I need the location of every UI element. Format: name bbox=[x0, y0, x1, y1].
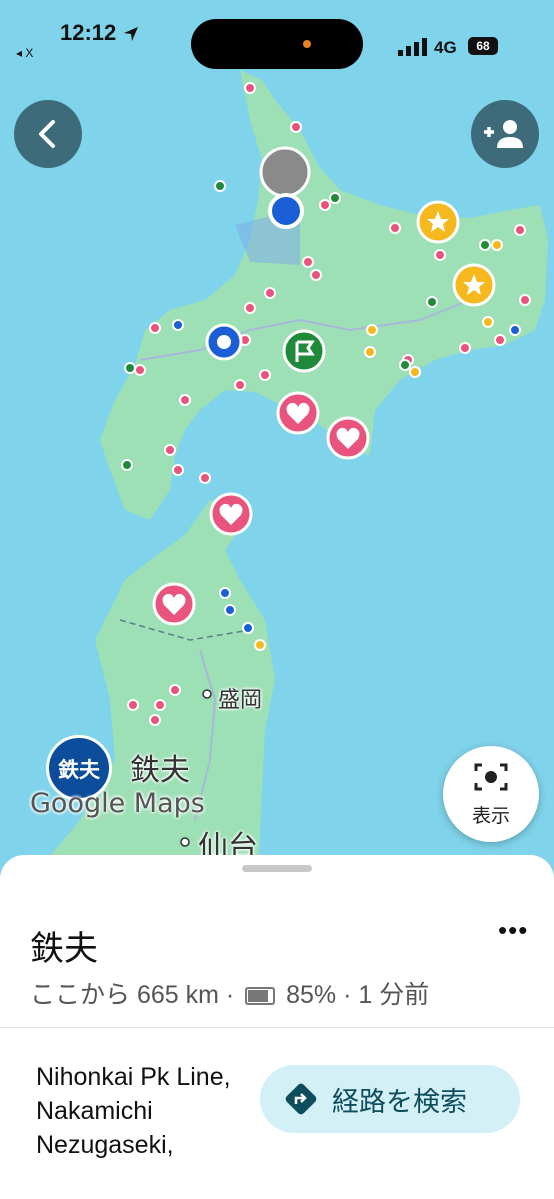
battery-icon: 68 bbox=[468, 37, 498, 55]
heart-marker[interactable] bbox=[326, 416, 370, 460]
distance-text: ここから 665 km · bbox=[30, 981, 235, 1009]
status-time: 12:12 bbox=[60, 20, 117, 45]
photo-marker[interactable] bbox=[259, 146, 311, 198]
star-marker[interactable] bbox=[452, 263, 496, 307]
heart-marker[interactable] bbox=[209, 492, 253, 536]
sheet-drag-handle[interactable] bbox=[242, 865, 312, 872]
battery-level-icon bbox=[245, 987, 276, 1006]
camera-indicator-icon bbox=[303, 40, 311, 48]
bottom-sheet: 鉄夫 ••• ここから 665 km · 85% · 1 分前 Nihonkai… bbox=[0, 855, 554, 1199]
person-name: 鉄夫 bbox=[30, 930, 98, 968]
network-type: 4G bbox=[434, 38, 457, 57]
directions-label: 経路を検索 bbox=[332, 1086, 467, 1117]
chevron-left-icon bbox=[39, 120, 55, 148]
city-dot-sendai bbox=[180, 837, 190, 847]
dynamic-island bbox=[191, 19, 363, 69]
directions-button[interactable]: 経路を検索 bbox=[260, 1065, 520, 1133]
sheet-divider bbox=[0, 1027, 554, 1028]
flag-marker[interactable] bbox=[282, 329, 326, 373]
city-dot-morioka bbox=[202, 689, 212, 699]
person-location-marker[interactable] bbox=[268, 193, 304, 229]
person-meta: ここから 665 km · 85% · 1 分前 bbox=[30, 975, 429, 1011]
back-button[interactable] bbox=[14, 100, 82, 168]
more-options-icon[interactable]: ••• bbox=[498, 915, 528, 946]
address-text: Nihonkai Pk Line, Nakamichi Nezugaseki, bbox=[36, 1063, 231, 1159]
location-arrow-icon bbox=[124, 27, 138, 41]
camera-scan-icon bbox=[474, 763, 508, 791]
add-person-icon bbox=[484, 120, 523, 148]
show-view-label: 表示 bbox=[471, 806, 510, 827]
google-maps-logo: Google Maps bbox=[30, 788, 205, 819]
star-marker[interactable] bbox=[416, 200, 460, 244]
battery-time-text: 85% · 1 分前 bbox=[286, 981, 430, 1009]
add-person-button[interactable] bbox=[471, 100, 539, 168]
directions-icon bbox=[285, 1083, 317, 1115]
show-view-button[interactable]: 表示 bbox=[443, 746, 539, 842]
back-to-app-link[interactable]: ◂ X bbox=[16, 46, 33, 60]
signal-icon bbox=[398, 38, 427, 56]
status-bar: 12:12 ◂ X 4G 68 bbox=[0, 0, 554, 70]
heart-marker[interactable] bbox=[276, 391, 320, 435]
heart-marker[interactable] bbox=[152, 582, 196, 626]
person-map-label: 鉄夫 bbox=[130, 754, 190, 787]
transit-marker[interactable] bbox=[205, 323, 243, 361]
city-label-morioka: 盛岡 bbox=[218, 687, 263, 712]
